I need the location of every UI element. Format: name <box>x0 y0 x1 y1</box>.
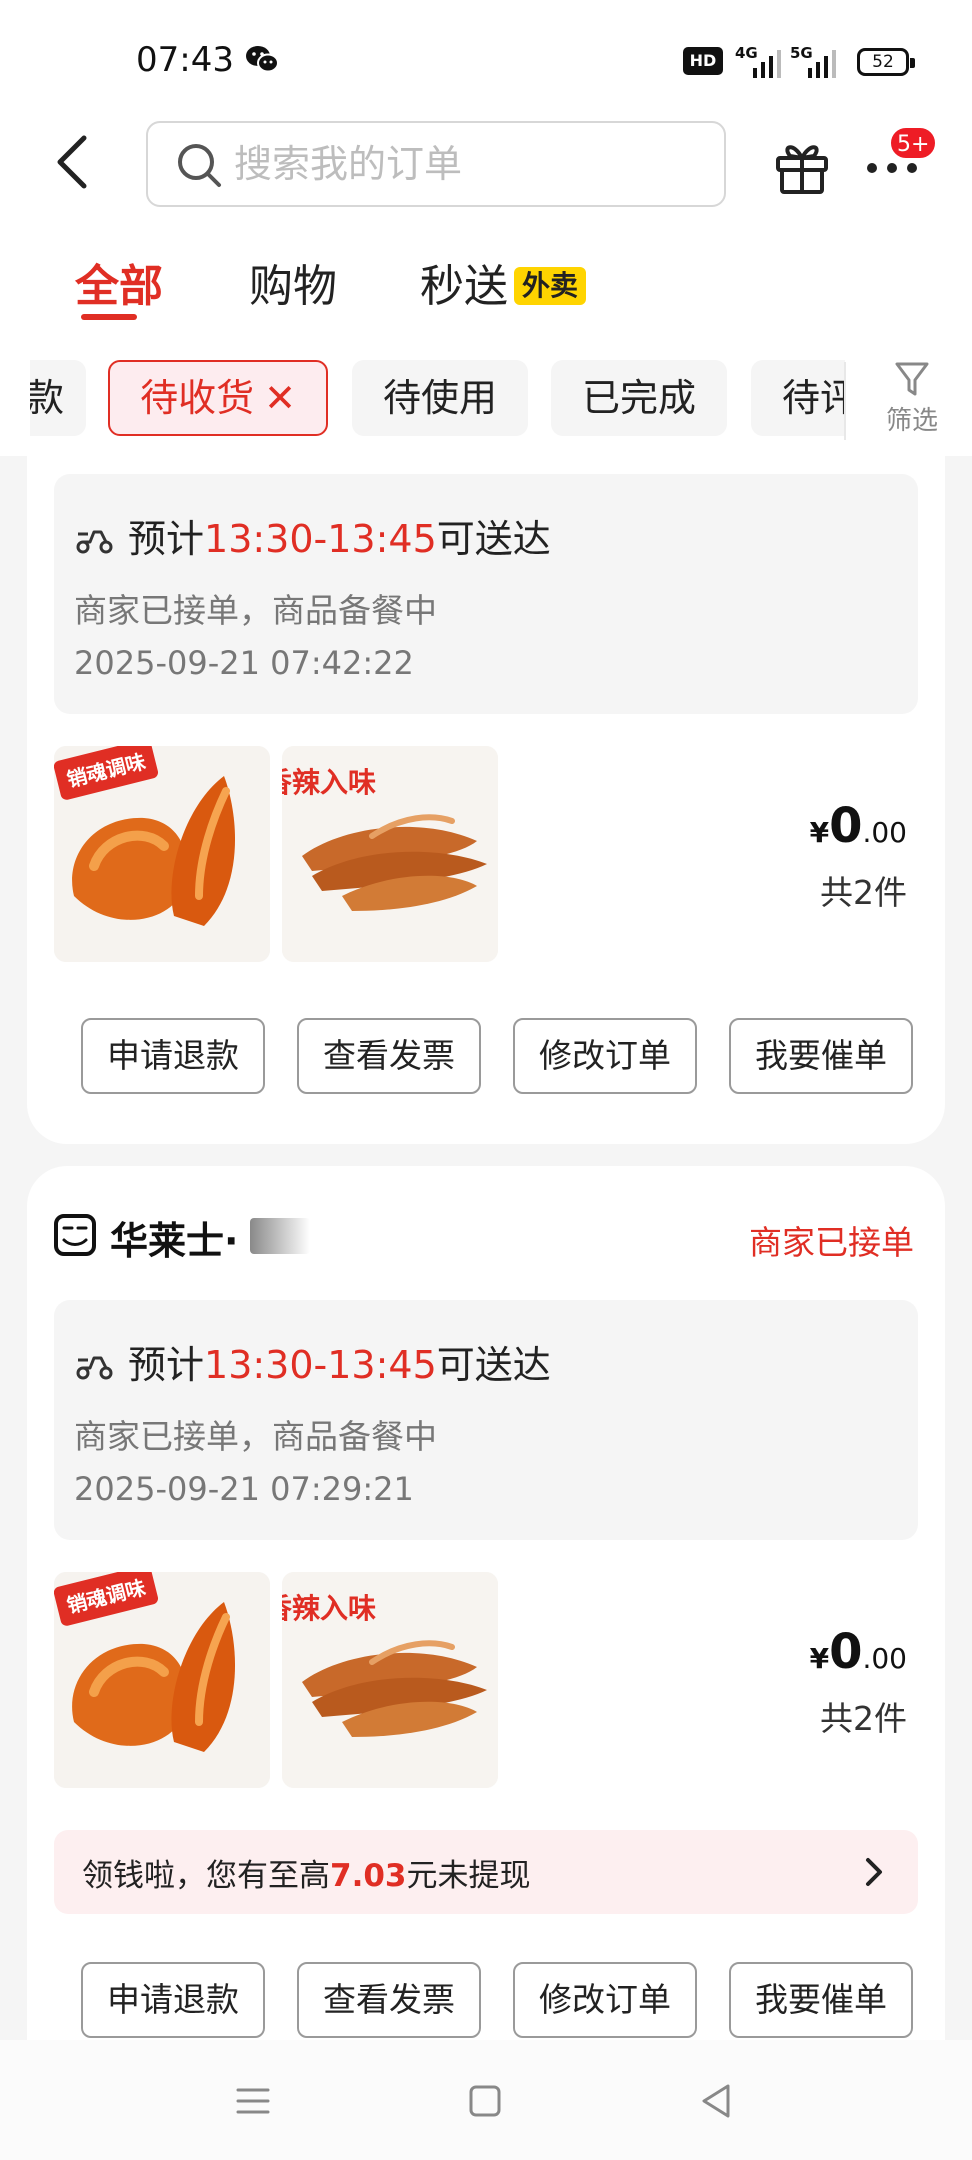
order-card[interactable]: 华莱士· 商家已接单 预计13:30-13:45可送达 商家已接单，商品备餐中 … <box>27 1166 945 2160</box>
order-price: ¥0.00 <box>810 798 907 854</box>
header <box>0 118 972 218</box>
store-name-redacted <box>250 1218 310 1254</box>
price-integer: 0 <box>829 1624 863 1680</box>
filter-divider <box>844 362 846 442</box>
filter-row: 款 待收货✕ 待使用 已完成 待评价 筛选 <box>0 356 972 452</box>
filter-icon <box>895 362 929 396</box>
eta-time: 13:30-13:45 <box>204 1343 437 1387</box>
scooter-icon <box>76 1356 113 1380</box>
eta-suffix: 可送达 <box>436 517 551 561</box>
chip-refund[interactable]: 款 <box>30 360 86 436</box>
back-triangle-icon[interactable] <box>692 2076 742 2126</box>
invoice-button[interactable]: 查看发票 <box>297 1962 481 2038</box>
spicy-wings-image: 香辣入味 <box>282 1572 498 1788</box>
eta-line: 预计13:30-13:45可送达 <box>74 1334 551 1389</box>
home-square-icon[interactable] <box>460 2076 510 2126</box>
search-box[interactable] <box>146 121 726 207</box>
back-arrow-icon[interactable] <box>48 132 98 192</box>
filter-chips: 款 待收货✕ 待使用 已完成 待评价 <box>30 356 845 452</box>
tab-shopping[interactable]: 购物 <box>249 250 337 314</box>
eta-time: 13:30-13:45 <box>204 517 437 561</box>
product-image-chicken-wing[interactable]: 销魂调味 <box>54 746 270 962</box>
signal-bars-icon <box>808 50 836 78</box>
status-bar: 07:43 HD 4G 5G 52 <box>0 0 972 120</box>
price-symbol: ¥ <box>809 1642 830 1675</box>
product-image-wing-tips[interactable]: 香辣入味 <box>282 746 498 962</box>
product-tag-2: 香辣入味 <box>282 766 376 799</box>
store-order-status: 商家已接单 <box>749 1223 914 1262</box>
eta-prefix: 预计 <box>128 517 205 561</box>
tab-instant-delivery[interactable]: 秒送 外卖 <box>420 250 587 314</box>
order-status-text: 商家已接单，商品备餐中 <box>74 1417 437 1456</box>
eta-line: 预计13:30-13:45可送达 <box>74 508 551 563</box>
notification-badge: 5+ <box>889 126 938 160</box>
close-icon[interactable]: ✕ <box>264 362 296 434</box>
main-tabs: 全部 购物 秒送 外卖 <box>0 250 972 330</box>
cashback-promo-bar[interactable]: 领钱啦，您有至高7.03元未提现 <box>54 1830 918 1914</box>
order-price: ¥0.00 <box>810 1624 907 1680</box>
urge-order-button[interactable]: 我要催单 <box>729 1962 913 2038</box>
invoice-button[interactable]: 查看发票 <box>297 1018 481 1094</box>
chip-pending-receipt[interactable]: 待收货 ✕ <box>108 360 328 436</box>
promo-suffix: 元未提现 <box>406 1858 531 1894</box>
top-area: 07:43 HD 4G 5G 52 搜索我的订单 5+ 全部 购物 秒送 外卖 … <box>0 0 972 456</box>
product-image-wing-tips[interactable]: 香辣入味 <box>282 1572 498 1788</box>
promo-prefix: 领钱啦，您有至高 <box>82 1858 330 1894</box>
tab-active-underline <box>81 314 137 320</box>
item-count: 共2件 <box>820 873 907 912</box>
refund-button[interactable]: 申请退款 <box>81 1018 265 1094</box>
chicken-wing-image: 销魂调味 <box>54 1572 270 1788</box>
store-icon <box>54 1214 96 1256</box>
delivery-info: 预计13:30-13:45可送达 商家已接单，商品备餐中 2025-09-21 … <box>54 1300 918 1540</box>
system-nav-bar <box>0 2040 972 2160</box>
price-symbol: ¥ <box>809 816 830 849</box>
menu-icon[interactable] <box>228 2076 278 2126</box>
search-input[interactable] <box>234 135 704 193</box>
order-card[interactable]: 预计13:30-13:45可送达 商家已接单，商品备餐中 2025-09-21 … <box>27 440 945 1144</box>
product-image-chicken-wing[interactable]: 销魂调味 <box>54 1572 270 1788</box>
status-time: 07:43 <box>136 40 234 80</box>
eta-prefix: 预计 <box>128 1343 205 1387</box>
tab-all[interactable]: 全部 <box>75 250 163 314</box>
order-datetime: 2025-09-21 07:29:21 <box>74 1470 414 1508</box>
signal-bars-icon <box>753 50 781 78</box>
modify-order-button[interactable]: 修改订单 <box>513 1018 697 1094</box>
promo-amount: 7.03 <box>330 1858 407 1894</box>
promo-text: 领钱啦，您有至高7.03元未提现 <box>82 1850 531 1895</box>
price-decimal: .00 <box>862 1642 907 1675</box>
battery-icon: 52 <box>857 48 915 76</box>
chicken-wing-image: 销魂调味 <box>54 746 270 962</box>
chip-completed[interactable]: 已完成 <box>551 360 727 436</box>
wechat-icon <box>246 46 279 73</box>
store-row[interactable]: 华莱士· 商家已接单 <box>54 1210 918 1270</box>
chevron-right-icon <box>866 1858 882 1886</box>
signal-5g-icon: 5G <box>790 44 836 78</box>
search-icon <box>178 144 221 187</box>
urge-order-button[interactable]: 我要催单 <box>729 1018 913 1094</box>
waimai-badge: 外卖 <box>514 267 587 305</box>
order-status-text: 商家已接单，商品备餐中 <box>74 591 437 630</box>
refund-button[interactable]: 申请退款 <box>81 1962 265 2038</box>
chip-to-use[interactable]: 待使用 <box>352 360 528 436</box>
signal-4g-icon: 4G <box>735 44 781 78</box>
filter-button[interactable]: 筛选 <box>872 360 952 450</box>
gift-icon[interactable] <box>772 136 832 196</box>
spicy-wings-image: 香辣入味 <box>282 746 498 962</box>
chip-to-review[interactable]: 待评价 <box>751 360 845 436</box>
delivery-info: 预计13:30-13:45可送达 商家已接单，商品备餐中 2025-09-21 … <box>54 474 918 714</box>
order-datetime: 2025-09-21 07:42:22 <box>74 644 414 682</box>
filter-label: 筛选 <box>885 406 938 436</box>
store-name[interactable]: 华莱士· <box>110 1210 238 1265</box>
price-integer: 0 <box>829 798 863 854</box>
chip-pending-receipt-label: 待收货 <box>140 376 255 420</box>
item-count: 共2件 <box>820 1699 907 1738</box>
price-decimal: .00 <box>862 816 907 849</box>
tab-instant-delivery-label: 秒送 <box>420 261 508 312</box>
product-tag-2: 香辣入味 <box>282 1592 376 1625</box>
hd-icon: HD <box>683 47 723 75</box>
modify-order-button[interactable]: 修改订单 <box>513 1962 697 2038</box>
scooter-icon <box>76 530 113 554</box>
eta-suffix: 可送达 <box>436 1343 551 1387</box>
